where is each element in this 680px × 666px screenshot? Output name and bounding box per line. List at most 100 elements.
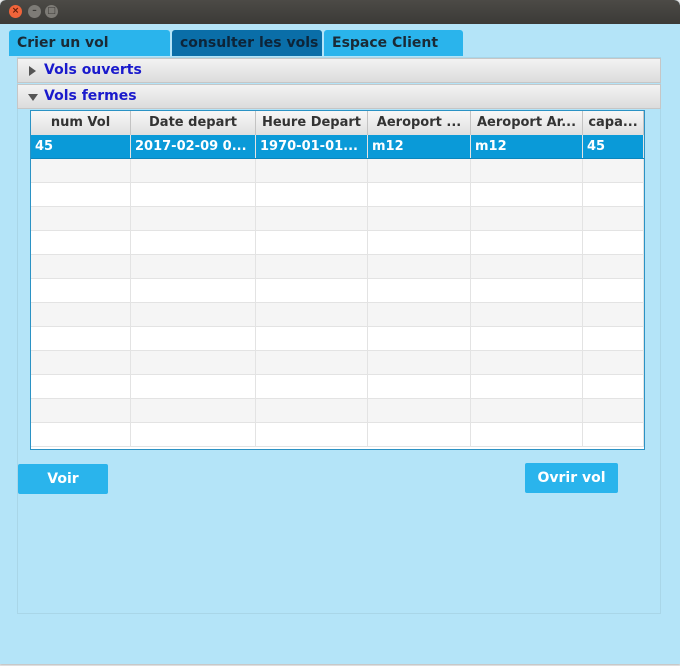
table-cell: [583, 375, 644, 398]
window-content: Crier un vol consulter les vols Espace C…: [0, 24, 680, 664]
app-window: × – □ Crier un vol consulter les vols Es…: [0, 0, 680, 664]
table-cell: [256, 327, 368, 350]
table-cell: [583, 303, 644, 326]
table-cell: [471, 423, 583, 446]
table-cell: [31, 375, 131, 398]
table-cell: [31, 327, 131, 350]
table-cell: [471, 303, 583, 326]
table-cell: [256, 279, 368, 302]
table-cell: [583, 207, 644, 230]
tab-crier-un-vol[interactable]: Crier un vol: [9, 30, 170, 56]
table-cell: [368, 351, 471, 374]
table-cell: [256, 183, 368, 206]
table-row[interactable]: 45 2017-02-09 0... 1970-01-01... m12 m12…: [31, 135, 644, 159]
table-row-empty[interactable]: [31, 279, 644, 303]
table-cell: [583, 159, 644, 182]
minimize-icon[interactable]: –: [28, 5, 41, 18]
table-cell: [131, 231, 256, 254]
table-cell: [368, 399, 471, 422]
table-cell: [368, 327, 471, 350]
table-cell: [368, 423, 471, 446]
table-row-empty[interactable]: [31, 207, 644, 231]
maximize-icon[interactable]: □: [45, 5, 58, 18]
flights-table[interactable]: num Vol Date depart Heure Depart Aeropor…: [30, 110, 645, 450]
table-row-empty[interactable]: [31, 159, 644, 183]
accordion-label: Vols fermes: [44, 88, 137, 104]
table-cell: [256, 159, 368, 182]
column-header-aeroport-depart[interactable]: Aeroport ...: [368, 111, 471, 135]
table-cell: [583, 279, 644, 302]
accordion-label: Vols ouverts: [44, 62, 142, 78]
column-header-capacite[interactable]: capa...: [583, 111, 644, 135]
table-cell: [131, 351, 256, 374]
table-cell: [131, 303, 256, 326]
table-row-empty[interactable]: [31, 231, 644, 255]
table-cell: [368, 255, 471, 278]
table-cell: [256, 303, 368, 326]
table-cell: [256, 375, 368, 398]
expand-arrow-icon: [29, 66, 36, 76]
table-cell: 1970-01-01...: [256, 135, 368, 158]
table-row-empty[interactable]: [31, 255, 644, 279]
table-cell: [368, 279, 471, 302]
table-row-empty[interactable]: [31, 423, 644, 447]
column-header-heure-depart[interactable]: Heure Depart: [256, 111, 368, 135]
table-cell: [471, 207, 583, 230]
table-cell: [131, 255, 256, 278]
table-cell: [31, 255, 131, 278]
table-cell: [583, 183, 644, 206]
table-cell: [471, 375, 583, 398]
table-row-empty[interactable]: [31, 303, 644, 327]
accordion-vols-ouverts[interactable]: Vols ouverts: [17, 58, 661, 83]
table-cell: [368, 303, 471, 326]
table-cell: [131, 159, 256, 182]
voir-button[interactable]: Voir: [18, 464, 108, 494]
table-cell: [31, 231, 131, 254]
table-cell: [256, 207, 368, 230]
ovrir-vol-button[interactable]: Ovrir vol: [525, 463, 618, 493]
table-cell: [471, 255, 583, 278]
table-cell: [131, 399, 256, 422]
table-cell: [31, 207, 131, 230]
table-cell: [583, 231, 644, 254]
table-cell: [131, 183, 256, 206]
table-cell: [31, 279, 131, 302]
table-cell: [256, 423, 368, 446]
column-header-date-depart[interactable]: Date depart: [131, 111, 256, 135]
table-cell: m12: [471, 135, 583, 158]
accordion-vols-fermes[interactable]: Vols fermes: [17, 84, 661, 109]
table-cell: [471, 183, 583, 206]
table-cell: [471, 327, 583, 350]
table-row-empty[interactable]: [31, 351, 644, 375]
table-cell: [471, 231, 583, 254]
table-cell: 2017-02-09 0...: [131, 135, 256, 158]
table-cell: [31, 303, 131, 326]
table-cell: [31, 423, 131, 446]
tab-espace-client[interactable]: Espace Client: [324, 30, 463, 56]
table-cell: [131, 375, 256, 398]
table-row-empty[interactable]: [31, 327, 644, 351]
table-cell: 45: [31, 135, 131, 158]
collapse-arrow-icon: [28, 94, 38, 101]
table-cell: [256, 231, 368, 254]
close-icon[interactable]: ×: [9, 5, 22, 18]
column-header-num-vol[interactable]: num Vol: [31, 111, 131, 135]
table-cell: [368, 231, 471, 254]
table-cell: [256, 255, 368, 278]
table-row-empty[interactable]: [31, 399, 644, 423]
window-titlebar[interactable]: × – □: [0, 0, 680, 24]
table-cell: [131, 423, 256, 446]
column-header-aeroport-arrivee[interactable]: Aeroport Ar...: [471, 111, 583, 135]
table-cell: 45: [583, 135, 644, 158]
table-row-empty[interactable]: [31, 183, 644, 207]
table-cell: [583, 351, 644, 374]
table-cell: [368, 375, 471, 398]
table-cell: [471, 279, 583, 302]
table-cell: [471, 351, 583, 374]
table-cell: [368, 183, 471, 206]
table-cell: [31, 351, 131, 374]
table-cell: [31, 159, 131, 182]
table-cell: [368, 207, 471, 230]
tab-consulter-les-vols[interactable]: consulter les vols: [172, 30, 322, 56]
table-row-empty[interactable]: [31, 375, 644, 399]
